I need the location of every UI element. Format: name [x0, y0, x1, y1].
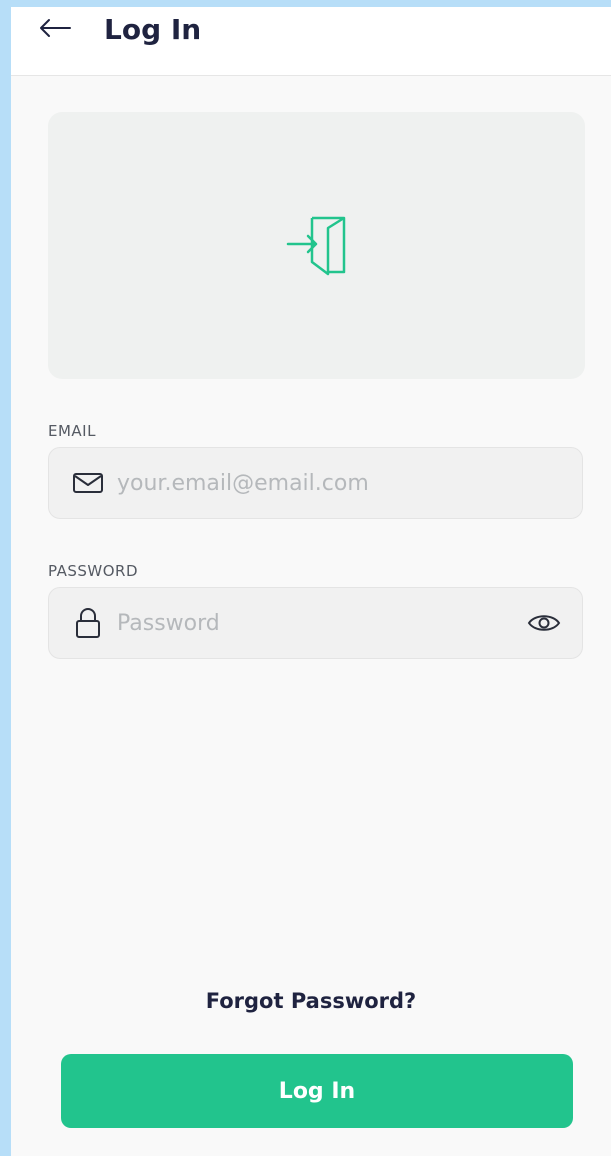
email-field	[48, 447, 583, 519]
login-button[interactable]: Log In	[61, 1054, 573, 1128]
password-label: PASSWORD	[48, 562, 139, 580]
back-button[interactable]	[35, 11, 75, 45]
envelope-icon	[71, 468, 105, 498]
login-door-icon	[286, 216, 345, 275]
eye-icon[interactable]	[526, 608, 562, 638]
password-field	[48, 587, 583, 659]
password-input[interactable]	[117, 588, 517, 658]
email-label: EMAIL	[48, 422, 96, 440]
app-header: Log In	[11, 7, 611, 76]
lock-icon	[71, 608, 105, 638]
hero-illustration	[48, 112, 585, 379]
login-screen: Log In EMAIL PASSWORD	[11, 7, 611, 1156]
arrow-left-icon	[40, 19, 71, 37]
page-title: Log In	[104, 13, 202, 46]
email-input[interactable]	[117, 448, 517, 518]
forgot-password-link[interactable]: Forgot Password?	[11, 989, 611, 1013]
